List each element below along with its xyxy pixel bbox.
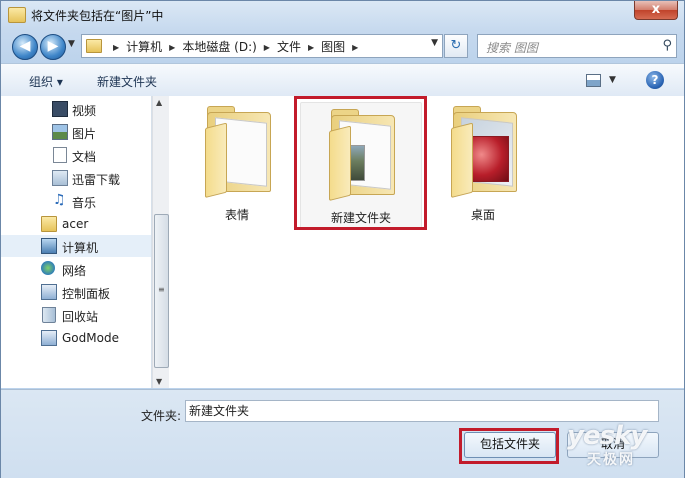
download-folder-icon — [52, 170, 68, 186]
sidebar-item-label: GodMode — [62, 331, 119, 345]
grip-icon: ≡ — [158, 285, 165, 294]
network-icon — [41, 261, 55, 275]
user-folder-icon — [41, 216, 57, 232]
music-library-icon: ♫ — [53, 192, 66, 208]
sidebar-item-pictures[interactable]: 图片 — [1, 121, 151, 143]
sidebar-item-label: 视频 — [72, 104, 97, 118]
breadcrumb: ▶ 计算机 ▶ 本地磁盘 (D:) ▶ 文件 ▶ 图图 ▶ — [106, 38, 365, 55]
sidebar-item-label: 网络 — [62, 264, 87, 278]
chevron-right-icon[interactable]: ▶ — [113, 43, 119, 52]
arrow-right-icon: ▶ — [47, 38, 59, 54]
breadcrumb-computer[interactable]: 计算机 — [126, 40, 162, 54]
window-title: 将文件夹包括在“图片”中 — [31, 9, 164, 23]
recent-pages-dropdown[interactable]: ▼ — [68, 39, 75, 49]
sidebar-item-label: 迅雷下载 — [72, 173, 121, 187]
folder-icon — [8, 7, 26, 23]
sidebar-item-label: 控制面板 — [62, 287, 111, 301]
close-button[interactable]: x — [634, 1, 678, 20]
folder-label: 桌面 — [470, 208, 495, 222]
folder-front — [451, 122, 473, 198]
arrow-left-icon: ◀ — [19, 38, 31, 54]
sidebar-item-videos[interactable]: 视频 — [1, 98, 151, 120]
chevron-right-icon[interactable]: ▶ — [308, 43, 314, 52]
chevron-down-icon[interactable]: ▼ — [609, 75, 616, 85]
file-list: 表情 新建文件夹 桌面 — [169, 96, 684, 388]
sidebar-item-documents[interactable]: 文档 — [1, 144, 151, 166]
video-library-icon — [52, 101, 68, 117]
new-folder-button[interactable]: 新建文件夹 — [97, 73, 157, 90]
search-icon[interactable]: ⚲ — [662, 38, 672, 53]
sidebar-item-godmode[interactable]: GodMode — [1, 327, 151, 349]
sidebar-item-network[interactable]: 网络 — [1, 258, 151, 280]
recycle-bin-icon — [42, 307, 56, 323]
back-button[interactable]: ◀ — [12, 34, 38, 60]
title-bar[interactable]: 将文件夹包括在“图片”中 x — [1, 1, 684, 31]
folder-field-label: 文件夹: — [141, 409, 182, 423]
control-panel-icon — [41, 284, 57, 300]
forward-button[interactable]: ▶ — [40, 34, 66, 60]
folder-name-field[interactable]: 新建文件夹 — [185, 400, 659, 422]
sidebar-item-label: 音乐 — [72, 196, 97, 210]
godmode-icon — [41, 330, 57, 346]
documents-library-icon — [53, 147, 67, 163]
scrollbar-thumb[interactable]: ≡ — [154, 214, 169, 368]
pictures-library-icon — [52, 124, 68, 140]
sidebar-item-downloads[interactable]: 迅雷下载 — [1, 167, 151, 189]
refresh-button[interactable]: ↻ — [444, 34, 468, 58]
breadcrumb-files[interactable]: 文件 — [277, 40, 301, 54]
chevron-right-icon[interactable]: ▶ — [264, 43, 270, 52]
highlight-box-folder — [294, 96, 427, 230]
refresh-icon: ↻ — [450, 38, 462, 53]
scroll-up-icon[interactable]: ▲ — [156, 98, 162, 107]
search-input[interactable]: 搜索 图图 ⚲ — [477, 34, 677, 58]
sidebar-item-label: 文档 — [72, 150, 97, 164]
scroll-down-icon[interactable]: ▼ — [156, 377, 162, 386]
sidebar-item-control-panel[interactable]: 控制面板 — [1, 281, 151, 303]
view-options-icon[interactable] — [586, 74, 601, 87]
navigation-pane: 视频 图片 文档 迅雷下载 ♫ 音乐 acer 计算机 网络 控制面板 回收站 … — [1, 96, 152, 388]
cancel-button[interactable]: 取消 — [567, 432, 659, 458]
address-bar[interactable]: ▶ 计算机 ▶ 本地磁盘 (D:) ▶ 文件 ▶ 图图 ▶ ▼ — [81, 34, 443, 58]
nav-scrollbar[interactable]: ▲ ≡ ▼ — [152, 96, 169, 388]
chevron-down-icon[interactable]: ▼ — [431, 38, 438, 48]
sidebar-item-music[interactable]: ♫ 音乐 — [1, 190, 151, 212]
sidebar-item-recycle-bin[interactable]: 回收站 — [1, 304, 151, 326]
folder-item[interactable]: 表情 — [177, 100, 297, 225]
help-icon[interactable]: ? — [646, 71, 664, 89]
sidebar-item-computer[interactable]: 计算机 — [1, 235, 151, 257]
computer-icon — [41, 238, 57, 254]
organize-button[interactable]: 组织 ▾ — [29, 73, 63, 90]
folder-icon — [86, 39, 102, 53]
folder-front — [205, 122, 227, 198]
sidebar-item-label: 计算机 — [62, 241, 99, 255]
folder-item[interactable]: 桌面 — [423, 100, 543, 225]
command-bar: 组织 ▾ 新建文件夹 ▼ ? — [1, 63, 684, 97]
dialog-footer: 文件夹: 新建文件夹 包括文件夹 取消 — [1, 389, 684, 478]
breadcrumb-tutu[interactable]: 图图 — [321, 40, 345, 54]
highlight-box-button — [459, 428, 559, 464]
chevron-right-icon[interactable]: ▶ — [352, 43, 358, 52]
sidebar-item-label: 回收站 — [62, 310, 99, 324]
search-placeholder: 搜索 图图 — [486, 41, 538, 55]
chevron-right-icon[interactable]: ▶ — [169, 43, 175, 52]
dialog-window: 将文件夹包括在“图片”中 x ◀ ▶ ▼ ▶ 计算机 ▶ 本地磁盘 (D:) ▶ 文件 ▶ 图… — [0, 0, 685, 478]
sidebar-item-acer[interactable]: acer — [1, 213, 151, 235]
breadcrumb-local-disk[interactable]: 本地磁盘 (D:) — [182, 40, 256, 54]
sidebar-item-label: 图片 — [72, 127, 97, 141]
sidebar-item-label: acer — [62, 217, 89, 231]
folder-label: 表情 — [224, 208, 249, 222]
